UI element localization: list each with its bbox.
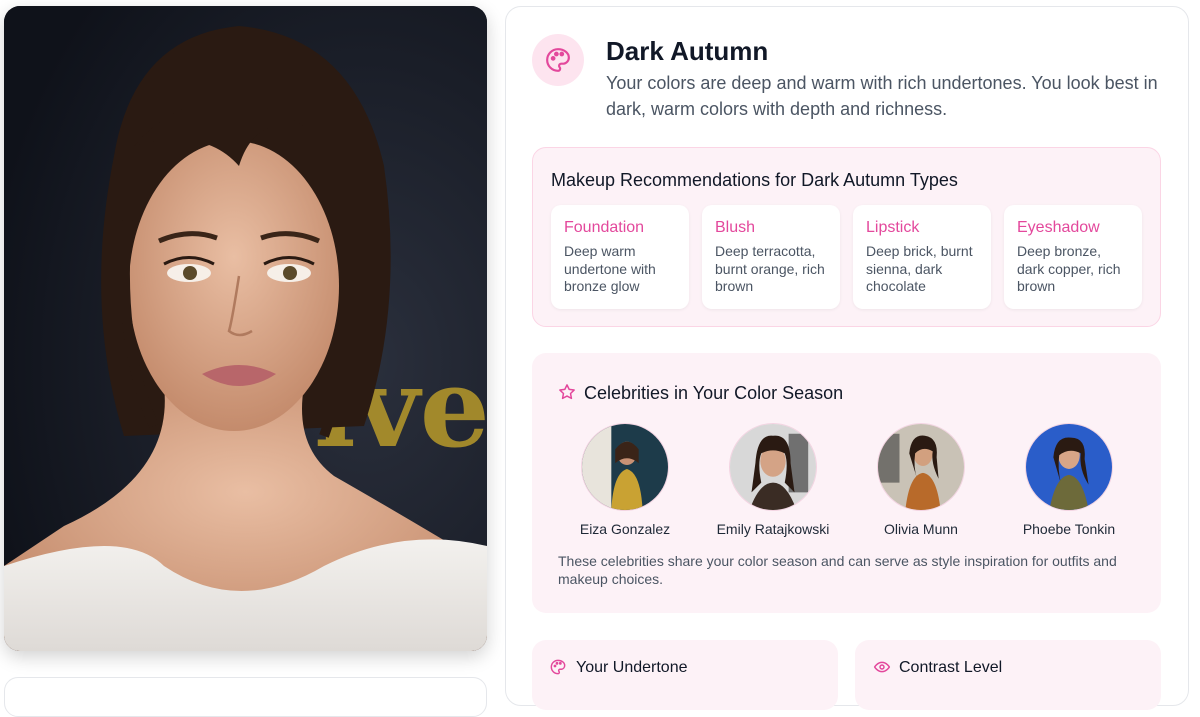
celebrities-title: Celebrities in Your Color Season bbox=[584, 383, 844, 403]
makeup-item-name: Blush bbox=[715, 219, 756, 236]
contrast-title: Contrast Level bbox=[899, 659, 1003, 676]
lower-card bbox=[4, 677, 487, 717]
user-portrait-photo: ive bbox=[4, 6, 487, 651]
season-title: Dark Autumn bbox=[606, 36, 769, 66]
celebrity-card[interactable]: Phoebe Tonkin bbox=[994, 423, 1144, 537]
celebrity-card[interactable]: Emily Ratajkowski bbox=[698, 423, 848, 537]
celebrity-avatar bbox=[581, 423, 669, 511]
makeup-item-desc: Deep brick, burnt sienna, dark chocolate bbox=[866, 243, 973, 294]
celebrity-card[interactable]: Olivia Munn bbox=[846, 423, 996, 537]
palette-icon bbox=[532, 34, 584, 86]
undertone-title: Your Undertone bbox=[576, 659, 688, 676]
makeup-item-desc: Deep warm undertone with bronze glow bbox=[564, 243, 656, 294]
makeup-title: Makeup Recommendations for Dark Autumn T… bbox=[551, 170, 958, 190]
makeup-item-desc: Deep terracotta, burnt orange, rich brow… bbox=[715, 243, 825, 294]
makeup-item-desc: Deep bronze, dark copper, rich brown bbox=[1017, 243, 1121, 294]
makeup-card-eyeshadow: Eyeshadow Deep bronze, dark copper, rich… bbox=[1004, 205, 1142, 309]
season-description: Your colors are deep and warm with rich … bbox=[606, 73, 1158, 119]
makeup-card-foundation: Foundation Deep warm undertone with bron… bbox=[551, 205, 689, 309]
undertone-card: Your Undertone bbox=[532, 640, 838, 710]
celebrities-section: Celebrities in Your Color Season Eiza Go… bbox=[532, 353, 1161, 613]
celebrity-card[interactable]: Eiza Gonzalez bbox=[550, 423, 700, 537]
contrast-card: Contrast Level bbox=[855, 640, 1161, 710]
makeup-item-name: Foundation bbox=[564, 219, 645, 236]
makeup-recommendations: Makeup Recommendations for Dark Autumn T… bbox=[532, 147, 1161, 327]
celebrity-avatar bbox=[877, 423, 965, 511]
celebrities-note: These celebrities share your color seaso… bbox=[558, 553, 1117, 587]
makeup-card-blush: Blush Deep terracotta, burnt orange, ric… bbox=[702, 205, 840, 309]
palette-icon bbox=[550, 659, 566, 680]
makeup-item-name: Lipstick bbox=[866, 219, 920, 236]
celebrity-name: Emily Ratajkowski bbox=[716, 521, 830, 537]
star-icon bbox=[558, 383, 576, 406]
makeup-item-name: Eyeshadow bbox=[1017, 219, 1100, 236]
eye-icon bbox=[873, 659, 891, 680]
celebrity-avatar bbox=[1025, 423, 1113, 511]
celebrity-avatar bbox=[729, 423, 817, 511]
celebrity-name: Phoebe Tonkin bbox=[1022, 521, 1116, 537]
celebrity-name: Olivia Munn bbox=[884, 521, 958, 537]
makeup-card-lipstick: Lipstick Deep brick, burnt sienna, dark … bbox=[853, 205, 991, 309]
celebrity-name: Eiza Gonzalez bbox=[579, 521, 671, 537]
